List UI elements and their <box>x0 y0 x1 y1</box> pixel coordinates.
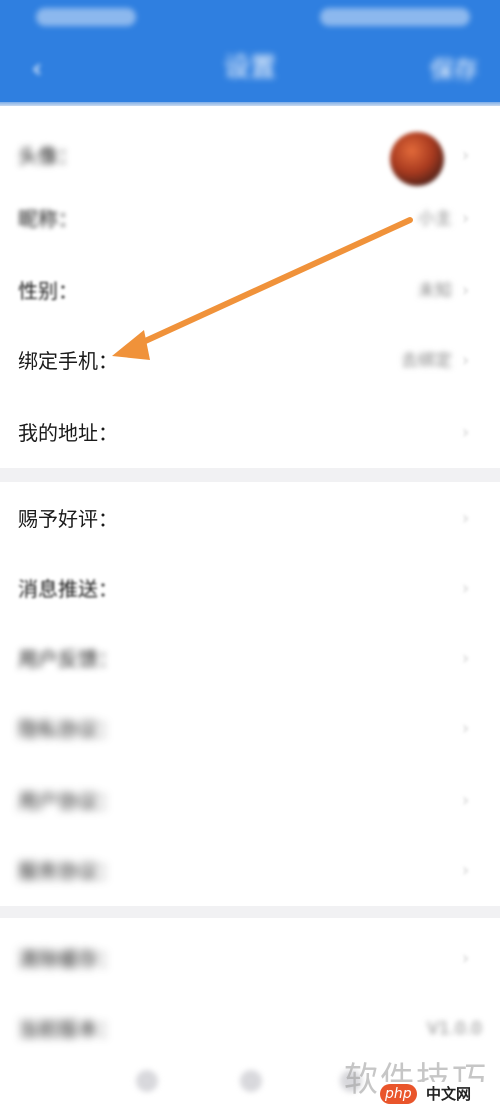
row-label: 消息推送： <box>18 577 118 601</box>
settings-section: 赐予好评： › 消息推送： › 用户反馈： › 隐私协议： › 用户协议： › … <box>0 482 500 906</box>
bottom-navigation <box>100 1066 362 1096</box>
row-label: 隐私协议： <box>18 717 118 741</box>
site-logo: php 中文网 <box>378 1082 488 1106</box>
status-right-indicators <box>320 8 470 26</box>
chevron-right-icon: › <box>462 790 470 811</box>
home-icon[interactable] <box>136 1070 158 1092</box>
row-label: 服务协议： <box>18 859 118 883</box>
row-label: 当前版本： <box>18 1017 118 1041</box>
row-label: 清除缓存： <box>18 947 118 971</box>
rate-us-row[interactable]: 赐予好评： › <box>0 484 500 554</box>
chevron-left-icon[interactable]: ‹ <box>22 54 52 84</box>
chevron-right-icon: › <box>462 860 470 881</box>
row-value: 小主 <box>418 209 452 229</box>
save-button[interactable]: 保存 <box>430 52 478 88</box>
address-row[interactable]: 我的地址： › <box>0 398 500 468</box>
logo-site-name: 中文网 <box>426 1085 472 1103</box>
navigation-bar: ‹ 设置 保存 <box>0 36 500 108</box>
row-label: 我的地址： <box>18 421 118 445</box>
chevron-right-icon: › <box>462 145 470 166</box>
row-value: 未知 <box>418 281 452 301</box>
chevron-right-icon: › <box>462 718 470 739</box>
row-label: 绑定手机： <box>18 349 118 373</box>
row-label: 用户协议： <box>18 789 118 813</box>
feedback-row[interactable]: 用户反馈： › <box>0 624 500 694</box>
chevron-right-icon: › <box>462 422 470 443</box>
status-bar <box>0 0 500 36</box>
chevron-right-icon: › <box>462 208 470 229</box>
service-agreement-row[interactable]: 服务协议： › <box>0 836 500 906</box>
watermark: 软件技巧 php 中文网 <box>328 1052 488 1108</box>
chevron-right-icon: › <box>462 350 470 371</box>
logo-badge: php <box>380 1084 417 1104</box>
row-label: 赐予好评： <box>18 507 118 531</box>
row-label: 用户反馈： <box>18 647 118 671</box>
privacy-policy-row[interactable]: 隐私协议： › <box>0 694 500 764</box>
bind-phone-row[interactable]: 绑定手机： 去绑定 › <box>0 326 500 396</box>
clear-cache-row[interactable]: 清除缓存： › <box>0 924 500 994</box>
chevron-right-icon: › <box>462 508 470 529</box>
page-title: 设置 <box>223 53 276 83</box>
user-agreement-row[interactable]: 用户协议： › <box>0 766 500 836</box>
chevron-right-icon: › <box>462 578 470 599</box>
circle-icon[interactable] <box>240 1070 262 1092</box>
row-value: 去绑定 <box>401 351 452 371</box>
profile-section: 头像： › 昵称： 小主 › 性别： 未知 › 绑定手机： 去绑定 › 我的地址… <box>0 106 500 468</box>
gender-row[interactable]: 性别： 未知 › <box>0 256 500 326</box>
row-label: 昵称： <box>18 207 78 231</box>
nickname-row[interactable]: 昵称： 小主 › <box>0 184 500 254</box>
row-label: 性别： <box>18 279 78 303</box>
avatar[interactable] <box>390 132 444 186</box>
chevron-right-icon: › <box>462 948 470 969</box>
chevron-right-icon: › <box>462 648 470 669</box>
status-left-indicators <box>36 8 136 26</box>
chevron-right-icon: › <box>462 280 470 301</box>
push-notifications-row[interactable]: 消息推送： › <box>0 554 500 624</box>
